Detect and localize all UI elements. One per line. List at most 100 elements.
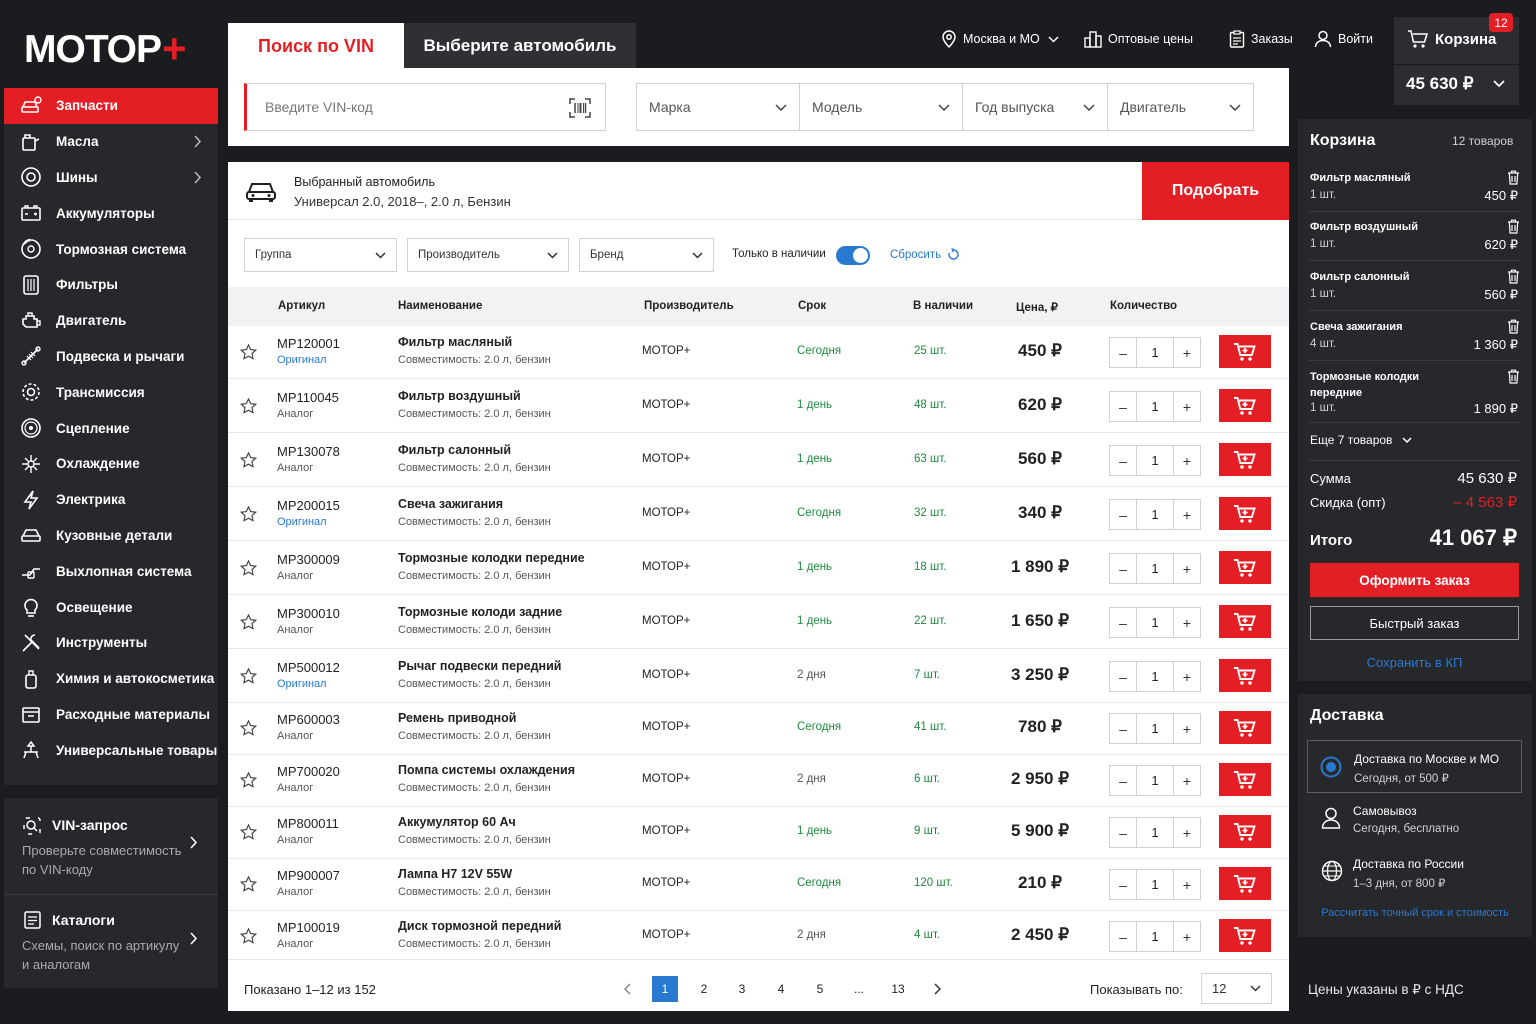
sidebar-item-17[interactable]: Химия и автокосметика — [4, 661, 218, 697]
sidebar-item-10[interactable]: Сцепление — [4, 410, 218, 446]
sidebar-item-15[interactable]: Освещение — [4, 589, 218, 625]
qty-increase-button[interactable]: + — [1174, 818, 1200, 847]
row-name[interactable]: Тормозные колоди задние — [398, 605, 562, 619]
trash-icon[interactable] — [1507, 369, 1520, 384]
group-filter[interactable]: Группа — [244, 238, 397, 272]
region-selector[interactable]: Москва и МО — [941, 30, 1065, 48]
add-to-cart-button[interactable] — [1219, 919, 1271, 952]
favorite-star-icon[interactable] — [240, 452, 257, 468]
row-name[interactable]: Рычаг подвески передний — [398, 659, 561, 673]
favorite-star-icon[interactable] — [240, 772, 257, 788]
qty-value[interactable]: 1 — [1136, 500, 1174, 529]
add-to-cart-button[interactable] — [1219, 605, 1271, 638]
logo[interactable]: МОТОР + — [24, 28, 187, 70]
qty-decrease-button[interactable]: – — [1110, 500, 1136, 529]
save-quote-link[interactable]: Сохранить в КП — [1310, 655, 1519, 670]
sidebar-item-2[interactable]: Масла — [4, 124, 218, 160]
add-to-cart-button[interactable] — [1219, 497, 1271, 530]
trash-icon[interactable] — [1507, 269, 1520, 284]
favorite-star-icon[interactable] — [240, 344, 257, 360]
favorite-star-icon[interactable] — [240, 668, 257, 684]
car-select-3[interactable]: Год выпуска — [963, 84, 1108, 130]
add-to-cart-button[interactable] — [1219, 551, 1271, 584]
car-select-2[interactable]: Модель — [800, 84, 963, 130]
qty-decrease-button[interactable]: – — [1110, 922, 1136, 951]
trash-icon[interactable] — [1507, 319, 1520, 334]
qty-increase-button[interactable]: + — [1174, 554, 1200, 583]
qty-increase-button[interactable]: + — [1174, 500, 1200, 529]
qty-decrease-button[interactable]: – — [1110, 818, 1136, 847]
qty-decrease-button[interactable]: – — [1110, 870, 1136, 899]
sidebar-item-16[interactable]: Инструменты — [4, 625, 218, 661]
sidebar-item-9[interactable]: Трансмиссия — [4, 374, 218, 410]
row-name[interactable]: Фильтр салонный — [398, 443, 511, 457]
qty-decrease-button[interactable]: – — [1110, 766, 1136, 795]
trash-icon[interactable] — [1507, 170, 1520, 185]
sidebar-item-11[interactable]: Охлаждение — [4, 446, 218, 482]
add-to-cart-button[interactable] — [1219, 711, 1271, 744]
page-button[interactable]: 5 — [807, 976, 833, 1002]
login-link[interactable]: Войти — [1314, 30, 1373, 48]
add-to-cart-button[interactable] — [1219, 867, 1271, 900]
row-name[interactable]: Фильтр воздушный — [398, 389, 521, 403]
sidebar-item-4[interactable]: Аккумуляторы — [4, 195, 218, 231]
tab-vin-search[interactable]: Поиск по VIN — [228, 23, 404, 69]
row-name[interactable]: Лампа H7 12V 55W — [398, 867, 512, 881]
maker-filter[interactable]: Производитель — [407, 238, 569, 272]
row-name[interactable]: Фильтр масляный — [398, 335, 512, 349]
more-items-toggle[interactable]: Еще 7 товаров — [1310, 433, 1412, 447]
quick-order-button[interactable]: Быстрый заказ — [1310, 606, 1519, 640]
vin-input[interactable]: Введите VIN-код — [244, 83, 606, 131]
add-to-cart-button[interactable] — [1219, 659, 1271, 692]
favorite-star-icon[interactable] — [240, 928, 257, 944]
favorite-star-icon[interactable] — [240, 720, 257, 736]
favorite-star-icon[interactable] — [240, 614, 257, 630]
barcode-scan-icon[interactable] — [569, 98, 591, 118]
delivery-option-moscow[interactable]: Доставка по Москве и МО Сегодня, от 500 … — [1307, 740, 1522, 793]
row-name[interactable]: Диск тормозной передний — [398, 919, 561, 933]
qty-increase-button[interactable]: + — [1174, 446, 1200, 475]
add-to-cart-button[interactable] — [1219, 443, 1271, 476]
qty-increase-button[interactable]: + — [1174, 922, 1200, 951]
add-to-cart-button[interactable] — [1219, 815, 1271, 848]
qty-increase-button[interactable]: + — [1174, 392, 1200, 421]
qty-value[interactable]: 1 — [1136, 392, 1174, 421]
in-stock-toggle[interactable] — [836, 246, 870, 265]
sidebar-item-8[interactable]: Подвеска и рычаги — [4, 339, 218, 375]
qty-increase-button[interactable]: + — [1174, 714, 1200, 743]
sidebar-item-14[interactable]: Выхлопная система — [4, 553, 218, 589]
add-to-cart-button[interactable] — [1219, 335, 1271, 368]
add-to-cart-button[interactable] — [1219, 763, 1271, 796]
qty-decrease-button[interactable]: – — [1110, 446, 1136, 475]
per-page-select[interactable]: 12 — [1201, 973, 1272, 1004]
qty-value[interactable]: 1 — [1136, 766, 1174, 795]
qty-value[interactable]: 1 — [1136, 446, 1174, 475]
qty-decrease-button[interactable]: – — [1110, 554, 1136, 583]
wholesale-link[interactable]: Оптовые цены — [1084, 30, 1193, 48]
car-select-4[interactable]: Двигатель — [1108, 84, 1253, 130]
delivery-option-pickup[interactable]: Самовывоз Сегодня, бесплатно — [1307, 793, 1522, 846]
page-button[interactable]: 2 — [691, 976, 717, 1002]
qty-value[interactable]: 1 — [1136, 922, 1174, 951]
qty-increase-button[interactable]: + — [1174, 662, 1200, 691]
row-name[interactable]: Помпа системы охлаждения — [398, 763, 575, 777]
pick-parts-button[interactable]: Подобрать — [1142, 162, 1289, 220]
favorite-star-icon[interactable] — [240, 824, 257, 840]
qty-value[interactable]: 1 — [1136, 662, 1174, 691]
qty-value[interactable]: 1 — [1136, 338, 1174, 367]
favorite-star-icon[interactable] — [240, 506, 257, 522]
sidebar-item-18[interactable]: Расходные материалы — [4, 697, 218, 733]
row-name[interactable]: Свеча зажигания — [398, 497, 503, 511]
sidebar-item-13[interactable]: Кузовные детали — [4, 518, 218, 554]
qty-increase-button[interactable]: + — [1174, 608, 1200, 637]
qty-value[interactable]: 1 — [1136, 608, 1174, 637]
qty-value[interactable]: 1 — [1136, 870, 1174, 899]
qty-decrease-button[interactable]: – — [1110, 338, 1136, 367]
sidebar-item-5[interactable]: Тормозная система — [4, 231, 218, 267]
sidebar-item-1[interactable]: Запчасти — [4, 88, 218, 124]
page-button[interactable]: 4 — [768, 976, 794, 1002]
row-name[interactable]: Ремень приводной — [398, 711, 516, 725]
add-to-cart-button[interactable] — [1219, 389, 1271, 422]
qty-decrease-button[interactable]: – — [1110, 714, 1136, 743]
prev-page-button[interactable] — [614, 976, 640, 1002]
